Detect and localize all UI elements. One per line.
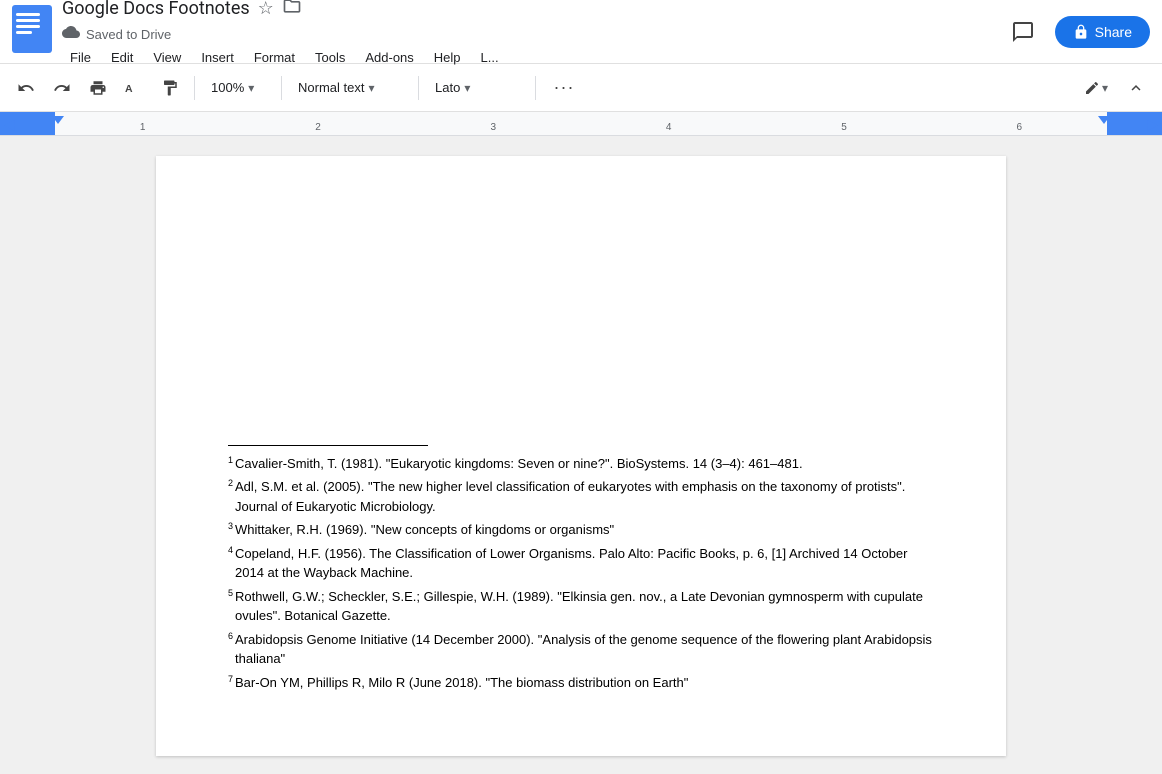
page-content: 1 Cavalier-Smith, T. (1981). "Eukaryotic… xyxy=(228,216,934,696)
footnote-1: 1 Cavalier-Smith, T. (1981). "Eukaryotic… xyxy=(228,454,934,474)
footnote-text-4: Copeland, H.F. (1956). The Classificatio… xyxy=(235,544,934,583)
saved-row: Saved to Drive xyxy=(62,23,993,46)
footnote-7: 7 Bar-On YM, Phillips R, Milo R (June 20… xyxy=(228,673,934,693)
toolbar-separator-4 xyxy=(535,76,536,100)
footnote-separator xyxy=(228,445,428,446)
text-style-selector[interactable]: Normal text ▾ xyxy=(290,76,410,99)
font-value: Lato xyxy=(435,80,460,95)
footnote-text-5: Rothwell, G.W.; Scheckler, S.E.; Gillesp… xyxy=(235,587,934,626)
folder-icon[interactable] xyxy=(282,0,302,21)
ruler-mark-6: 6 xyxy=(1017,122,1023,133)
cloud-icon xyxy=(62,23,80,46)
menu-tools[interactable]: Tools xyxy=(307,48,353,67)
doc-area[interactable]: 1 Cavalier-Smith, T. (1981). "Eukaryotic… xyxy=(0,136,1162,774)
ruler-left-arrow: ◀ xyxy=(4,116,15,133)
collapse-toolbar-button[interactable] xyxy=(1120,72,1152,104)
redo-button[interactable] xyxy=(46,72,78,104)
footnote-num-1: 1 xyxy=(228,456,233,474)
zoom-selector[interactable]: 100% ▾ xyxy=(203,76,273,99)
text-style-dropdown-arrow: ▾ xyxy=(368,81,374,95)
menu-format[interactable]: Format xyxy=(246,48,303,67)
text-style-value: Normal text xyxy=(298,80,364,95)
footnote-text-6: Arabidopsis Genome Initiative (14 Decemb… xyxy=(235,630,934,669)
right-controls: Share xyxy=(1003,12,1150,52)
footnote-num-2: 2 xyxy=(228,479,233,516)
ruler-mark-4: 4 xyxy=(666,122,672,133)
footnote-text-7: Bar-On YM, Phillips R, Milo R (June 2018… xyxy=(235,673,934,693)
footnote-num-7: 7 xyxy=(228,675,233,693)
footnote-text-2: Adl, S.M. et al. (2005). "The new higher… xyxy=(235,477,934,516)
menu-insert[interactable]: Insert xyxy=(193,48,242,67)
svg-text:A: A xyxy=(125,82,133,94)
ruler-marks: 1 2 3 4 5 6 xyxy=(55,112,1107,135)
paint-format-button[interactable] xyxy=(154,72,186,104)
footnote-3: 3 Whittaker, R.H. (1969). "New concepts … xyxy=(228,520,934,540)
page[interactable]: 1 Cavalier-Smith, T. (1981). "Eukaryotic… xyxy=(156,156,1006,756)
ruler-mark-2: 2 xyxy=(315,122,321,133)
toolbar-separator-2 xyxy=(281,76,282,100)
title-section: Google Docs Footnotes ☆ Saved to Drive F… xyxy=(62,0,993,67)
doc-title-row: Google Docs Footnotes ☆ xyxy=(62,0,993,21)
menu-help[interactable]: Help xyxy=(426,48,469,67)
ruler-mark-1: 1 xyxy=(140,122,146,133)
footnote-num-3: 3 xyxy=(228,522,233,540)
footnote-2: 2 Adl, S.M. et al. (2005). "The new high… xyxy=(228,477,934,516)
footnote-text-1: Cavalier-Smith, T. (1981). "Eukaryotic k… xyxy=(235,454,934,474)
toolbar: A 100% ▾ Normal text ▾ Lato ▾ ··· ▾ xyxy=(0,64,1162,112)
footnote-5: 5 Rothwell, G.W.; Scheckler, S.E.; Gille… xyxy=(228,587,934,626)
font-dropdown-arrow: ▾ xyxy=(464,81,470,95)
star-icon[interactable]: ☆ xyxy=(258,0,274,19)
menu-addons[interactable]: Add-ons xyxy=(357,48,421,67)
top-bar: Google Docs Footnotes ☆ Saved to Drive F… xyxy=(0,0,1162,64)
comments-button[interactable] xyxy=(1003,12,1043,52)
menu-row: File Edit View Insert Format Tools Add-o… xyxy=(62,48,993,67)
share-button[interactable]: Share xyxy=(1055,16,1150,48)
footnote-num-6: 6 xyxy=(228,632,233,669)
footnote-text-3: Whittaker, R.H. (1969). "New concepts of… xyxy=(235,520,934,540)
footnote-6: 6 Arabidopsis Genome Initiative (14 Dece… xyxy=(228,630,934,669)
ruler-mark-5: 5 xyxy=(841,122,847,133)
doc-title[interactable]: Google Docs Footnotes xyxy=(62,0,250,19)
undo-button[interactable] xyxy=(10,72,42,104)
ruler-mark-3: 3 xyxy=(491,122,497,133)
more-options-button[interactable]: ··· xyxy=(544,72,584,104)
footnote-num-4: 4 xyxy=(228,546,233,583)
menu-edit[interactable]: Edit xyxy=(103,48,141,67)
menu-view[interactable]: View xyxy=(145,48,189,67)
docs-logo xyxy=(12,5,52,58)
menu-file[interactable]: File xyxy=(62,48,99,67)
print-button[interactable] xyxy=(82,72,114,104)
edit-mode-button[interactable]: ▾ xyxy=(1076,72,1116,104)
edit-mode-dropdown-arrow: ▾ xyxy=(1102,81,1108,95)
font-selector[interactable]: Lato ▾ xyxy=(427,76,527,99)
zoom-dropdown-arrow: ▾ xyxy=(248,81,254,95)
saved-to-drive-text: Saved to Drive xyxy=(86,27,171,42)
ruler-right-arrow: ▶ xyxy=(1147,116,1158,133)
spell-check-button[interactable]: A xyxy=(118,72,150,104)
toolbar-separator-1 xyxy=(194,76,195,100)
ruler-right-indent[interactable] xyxy=(1098,116,1110,124)
lock-icon xyxy=(1073,24,1089,40)
ruler-content: ◀ 1 2 3 4 5 6 ▶ xyxy=(0,112,1162,135)
ruler: ◀ 1 2 3 4 5 6 ▶ xyxy=(0,112,1162,136)
footnote-4: 4 Copeland, H.F. (1956). The Classificat… xyxy=(228,544,934,583)
toolbar-separator-3 xyxy=(418,76,419,100)
zoom-value: 100% xyxy=(211,80,244,95)
footnote-num-5: 5 xyxy=(228,589,233,626)
share-label: Share xyxy=(1095,24,1132,40)
menu-last-edit[interactable]: L... xyxy=(473,48,507,67)
